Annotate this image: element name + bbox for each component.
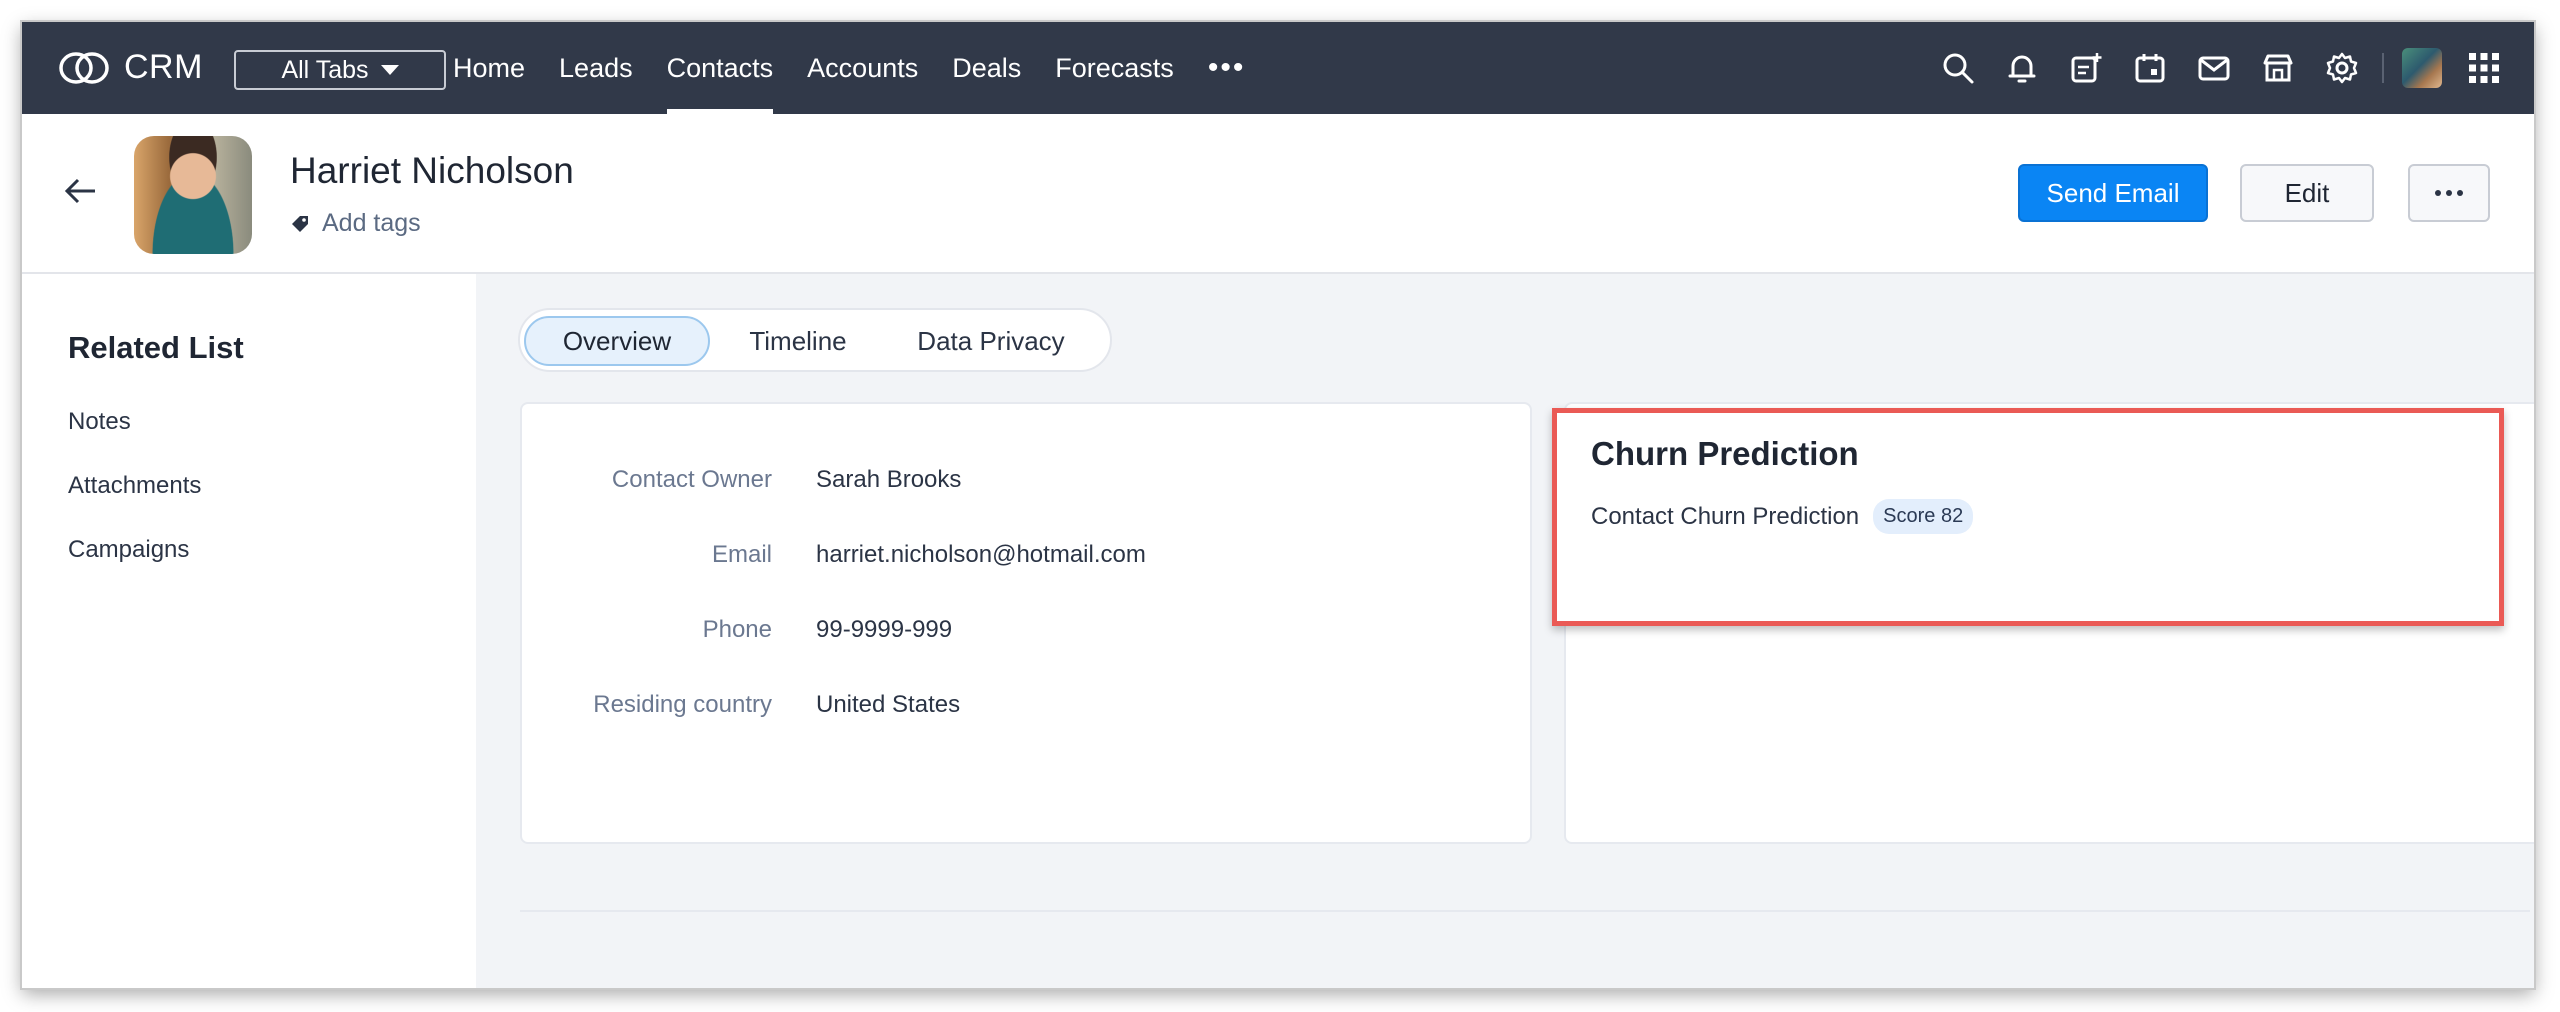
field-label-phone: Phone: [702, 616, 772, 643]
field-value-residing-country[interactable]: United States: [816, 691, 960, 719]
edit-button[interactable]: Edit: [2240, 164, 2374, 222]
tab-timeline[interactable]: Timeline: [726, 316, 870, 366]
main-nav: Home Leads Contacts Accounts Deals Forec…: [436, 22, 1262, 114]
related-item-campaigns[interactable]: Campaigns: [68, 536, 189, 564]
nav-tab-leads[interactable]: Leads: [542, 22, 650, 114]
record-header: Harriet Nicholson Add tags Send Email Ed…: [22, 114, 2534, 274]
nav-more-button[interactable]: •••: [1191, 22, 1263, 114]
add-note-icon: [2071, 53, 2102, 83]
tab-overview[interactable]: Overview: [524, 316, 710, 366]
nav-tab-accounts[interactable]: Accounts: [790, 22, 935, 114]
profile-avatar[interactable]: [2402, 48, 2442, 88]
field-value-email[interactable]: harriet.nicholson@hotmail.com: [816, 541, 1146, 569]
nav-tab-forecasts[interactable]: Forecasts: [1038, 22, 1191, 114]
churn-prediction-row: Contact Churn Prediction Score 82: [1591, 499, 1974, 534]
related-item-notes[interactable]: Notes: [68, 408, 131, 436]
more-actions-button[interactable]: [2408, 164, 2490, 222]
calendar-icon: [2135, 54, 2165, 83]
field-label-residing-country: Residing country: [593, 691, 772, 718]
notifications-button[interactable]: [1990, 46, 2054, 90]
add-note-button[interactable]: [2054, 46, 2118, 90]
add-tags-link[interactable]: Add tags: [290, 209, 421, 238]
marketplace-button[interactable]: [2246, 46, 2310, 90]
marketplace-icon: [2263, 54, 2293, 82]
calendar-button[interactable]: [2118, 46, 2182, 90]
tab-data-privacy[interactable]: Data Privacy: [886, 316, 1096, 366]
apps-grid-button[interactable]: [2452, 46, 2516, 90]
gear-icon: [2326, 52, 2358, 84]
nav-tab-home[interactable]: Home: [436, 22, 542, 114]
related-item-attachments[interactable]: Attachments: [68, 472, 201, 500]
record-content: Overview Timeline Data Privacy Contact O…: [476, 274, 2534, 988]
nav-tab-contacts[interactable]: Contacts: [650, 22, 791, 114]
record-tabs: Overview Timeline Data Privacy: [518, 308, 1112, 372]
search-icon: [1943, 53, 1974, 84]
score-badge: Score 82: [1873, 499, 1974, 534]
all-tabs-dropdown[interactable]: All Tabs: [234, 50, 446, 90]
top-navigation-bar: CRM All Tabs Home Leads Contacts Account…: [22, 22, 2534, 114]
search-button[interactable]: [1926, 46, 1990, 90]
contact-name: Harriet Nicholson: [290, 150, 574, 191]
back-button[interactable]: [64, 176, 98, 211]
add-tags-label: Add tags: [322, 209, 421, 237]
crm-logo-icon: [59, 51, 109, 84]
tag-icon: [292, 215, 308, 232]
apps-grid-icon: [2469, 53, 2499, 83]
mail-icon: [2198, 56, 2230, 81]
arrow-left-icon: [64, 178, 95, 204]
send-email-button[interactable]: Send Email: [2018, 164, 2208, 222]
churn-prediction-widget: Churn Prediction Contact Churn Predictio…: [1552, 408, 2504, 626]
section-divider: [520, 910, 2530, 912]
topbar-divider: [2382, 53, 2384, 83]
topbar-icons: [1926, 46, 2516, 90]
field-label-contact-owner: Contact Owner: [611, 466, 772, 493]
more-dots-icon: [2435, 190, 2463, 196]
chevron-down-icon: [380, 65, 399, 75]
nav-tab-deals[interactable]: Deals: [935, 22, 1038, 114]
mail-button[interactable]: [2182, 46, 2246, 90]
settings-button[interactable]: [2310, 46, 2374, 90]
bell-icon: [2008, 55, 2036, 83]
churn-prediction-label: Contact Churn Prediction: [1591, 502, 1860, 530]
contact-details-card: Contact Owner Sarah Brooks Email harriet…: [520, 402, 1532, 844]
field-label-email: Email: [711, 541, 772, 568]
crm-logo[interactable]: CRM: [56, 48, 203, 87]
field-value-phone[interactable]: 99-9999-999: [816, 616, 952, 644]
app-window: CRM All Tabs Home Leads Contacts Account…: [22, 22, 2534, 988]
related-list-sidebar: Related List Notes Attachments Campaigns: [22, 274, 476, 988]
all-tabs-label: All Tabs: [281, 55, 369, 84]
crm-logo-text: CRM: [124, 48, 203, 86]
churn-prediction-title: Churn Prediction: [1591, 435, 1859, 472]
contact-avatar: [134, 136, 252, 254]
field-value-contact-owner[interactable]: Sarah Brooks: [816, 466, 961, 494]
related-list-title: Related List: [68, 330, 244, 365]
